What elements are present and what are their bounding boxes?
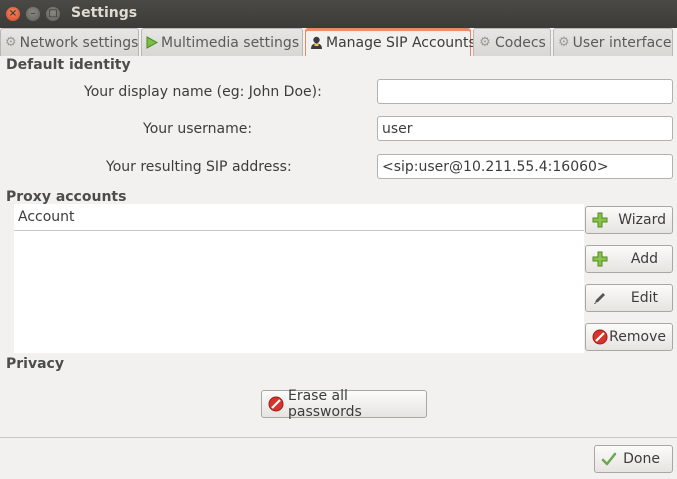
tab-label: Codecs [495,34,546,51]
tab-label: Multimedia settings [161,34,300,51]
settings-tabs: ⚙ Network settings Multimedia settings M… [0,28,677,56]
wizard-button[interactable]: Wizard [585,206,673,234]
close-window-button[interactable]: × [6,7,20,21]
no-entry-icon [592,329,608,345]
window-title: Settings [71,5,138,21]
title-bar: × – □ Settings [0,0,677,28]
tab-label: User interface [572,34,672,51]
tab-multimedia-settings[interactable]: Multimedia settings [141,28,303,56]
plus-icon [592,251,608,267]
gear-icon: ⚙ [558,35,570,50]
erase-all-passwords-button[interactable]: Erase all passwords [261,388,427,420]
no-entry-icon [268,396,284,412]
edit-button[interactable]: Edit [585,284,673,312]
dialog-footer: Done [0,439,677,479]
account-column-header[interactable]: Account [14,204,584,231]
tab-network-settings[interactable]: ⚙ Network settings [0,28,139,56]
edit-label: Edit [630,290,658,306]
gear-icon: ⚙ [479,35,491,50]
remove-button[interactable]: Remove [585,323,673,351]
username-label: Your username: [143,121,253,137]
proxy-accounts-heading: Proxy accounts [6,189,127,205]
pencil-icon [592,290,608,306]
tab-label: Network settings [19,34,139,51]
minimize-window-button[interactable]: – [26,7,40,21]
remove-label: Remove [609,329,666,345]
sip-address-field: <sip:user@10.211.55.4:16060> [377,154,673,179]
maximize-window-button[interactable]: □ [46,7,60,21]
add-label: Add [630,251,658,267]
wizard-label: Wizard [618,212,666,228]
done-button[interactable]: Done [594,445,673,473]
tab-label: Manage SIP Accounts [326,34,476,51]
add-button[interactable]: Add [585,245,673,273]
tab-codecs[interactable]: ⚙ Codecs [473,28,551,56]
checkmark-icon [601,451,617,467]
proxy-accounts-list[interactable]: Account [14,204,584,353]
username-input[interactable]: user [377,116,673,141]
erase-label: Erase all passwords [288,388,362,420]
sip-address-label: Your resulting SIP address: [106,159,292,175]
privacy-heading: Privacy [6,356,64,372]
display-name-input[interactable] [377,79,673,104]
tab-manage-sip-accounts[interactable]: Manage SIP Accounts [305,28,476,56]
default-identity-heading: Default identity [6,57,131,73]
tab-user-interface[interactable]: ⚙ User interface [553,28,673,56]
sip-accounts-panel: Default identity Your display name (eg: … [0,56,677,438]
plus-icon [592,212,608,228]
display-name-label: Your display name (eg: John Doe): [84,84,322,100]
done-label: Done [623,451,660,467]
gear-icon: ⚙ [5,35,17,50]
user-icon [310,36,323,50]
play-icon [146,36,158,50]
